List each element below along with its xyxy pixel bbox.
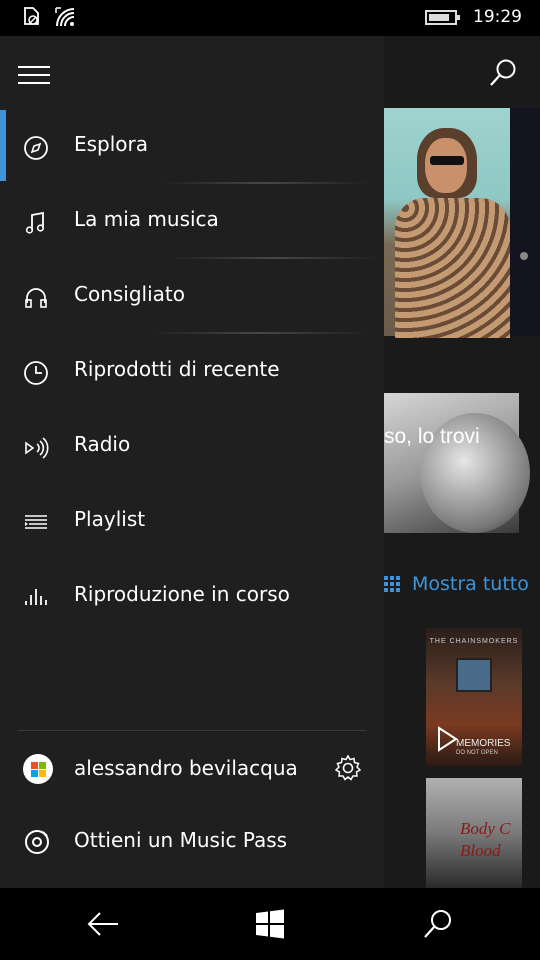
nav-item-radio[interactable]: Radio	[0, 408, 384, 483]
clock: 19:29	[473, 7, 522, 27]
no-sim-icon	[24, 7, 39, 25]
status-icons-right: 19:29	[425, 7, 522, 27]
hero-figure-face	[425, 138, 467, 193]
hero-figure-body	[395, 198, 510, 338]
music-pass-row[interactable]: Ottieni un Music Pass	[0, 806, 384, 874]
album-subtitle: DO NOT OPEN	[456, 750, 498, 756]
status-bar: 19:29	[0, 0, 540, 36]
nav-item-label: Riproduzione in corso	[74, 582, 290, 606]
nav-item-label: Radio	[74, 432, 131, 456]
album-art-window	[456, 658, 492, 692]
equalizer-icon	[22, 584, 50, 612]
nav-item-label: Riprodotti di recente	[74, 357, 280, 381]
play-icon[interactable]	[436, 726, 458, 752]
search-icon[interactable]	[488, 58, 518, 88]
nav-item-playlist[interactable]: Playlist	[0, 483, 384, 558]
compass-icon	[22, 134, 50, 162]
album-tile[interactable]: Body C Blood	[426, 778, 522, 888]
carousel-dot	[520, 252, 528, 260]
wifi-icon	[55, 7, 75, 27]
nav-item-consigliato[interactable]: Consigliato	[0, 258, 384, 333]
microsoft-account-icon	[23, 754, 53, 784]
music-note-icon	[22, 209, 50, 237]
drawer-divider	[18, 730, 366, 731]
status-icons-left	[22, 6, 78, 28]
windows-icon[interactable]	[254, 908, 286, 940]
search-icon[interactable]	[422, 908, 454, 940]
user-name: alessandro bevilacqua	[74, 756, 298, 780]
battery-icon	[425, 9, 460, 25]
album-name: MEMORIES	[456, 738, 511, 749]
gear-icon[interactable]	[334, 754, 362, 782]
back-icon[interactable]	[86, 908, 120, 940]
navigation-drawer: Esplora La mia musica Consigliato Riprod…	[0, 36, 384, 888]
hero-figure-glasses	[430, 156, 464, 165]
system-navigation-bar	[0, 888, 540, 960]
hamburger-icon[interactable]	[18, 66, 50, 86]
account-row[interactable]: alessandro bevilacqua	[0, 734, 384, 802]
nav-item-riproduzione-in-corso[interactable]: Riproduzione in corso	[0, 558, 384, 633]
music-pass-label: Ottieni un Music Pass	[74, 828, 288, 852]
hero-next-image[interactable]	[510, 108, 540, 336]
playlist-icon	[22, 509, 50, 537]
nav-item-la-mia-musica[interactable]: La mia musica	[0, 183, 384, 258]
album-cover-text: Body C Blood	[460, 819, 511, 860]
nav-item-label: Consigliato	[74, 282, 185, 306]
show-all-link[interactable]: Mostra tutto	[384, 573, 529, 595]
grid-icon	[384, 576, 400, 592]
show-all-label: Mostra tutto	[412, 573, 529, 595]
battery-level	[429, 13, 449, 21]
nav-item-label: La mia musica	[74, 207, 219, 231]
music-pass-icon	[25, 830, 49, 854]
headphones-icon	[22, 284, 50, 312]
album-tile[interactable]: THE CHAINSMOKERS MEMORIES DO NOT OPEN	[426, 628, 522, 766]
radio-icon	[22, 434, 50, 462]
promo-text: so, lo trovi	[384, 425, 480, 448]
album-artist: THE CHAINSMOKERS	[429, 638, 519, 645]
clock-icon	[22, 359, 50, 387]
nav-item-label: Esplora	[74, 132, 149, 156]
nav-item-riprodotti-di-recente[interactable]: Riprodotti di recente	[0, 333, 384, 408]
hero-image[interactable]	[375, 108, 510, 338]
nav-item-label: Playlist	[74, 507, 146, 531]
nav-item-esplora[interactable]: Esplora	[0, 108, 384, 183]
promo-image[interactable]	[375, 393, 530, 533]
